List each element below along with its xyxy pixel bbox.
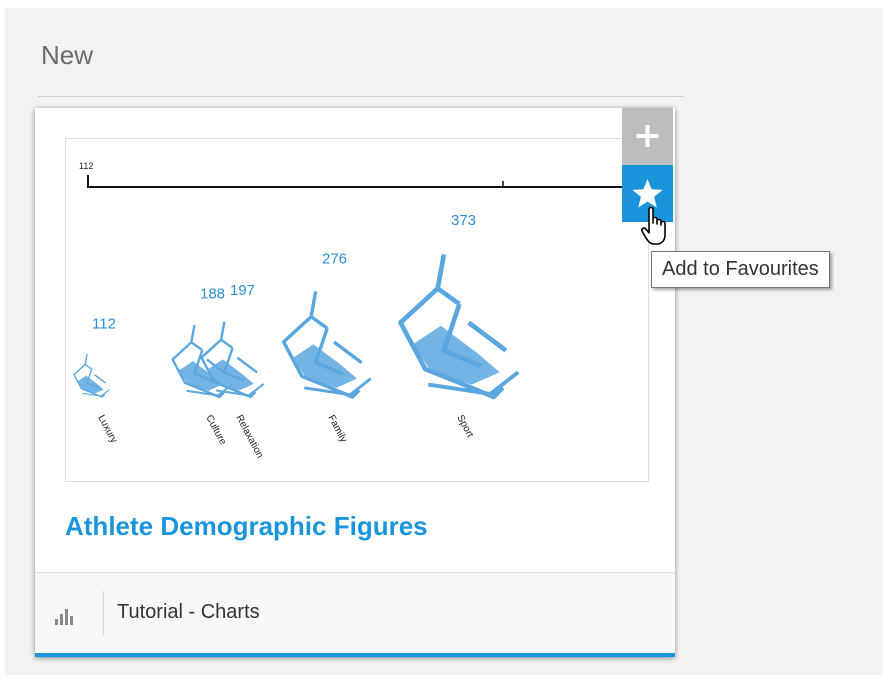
footer-category-label[interactable]: Tutorial - Charts <box>117 601 260 624</box>
chart-value-label: 197 <box>230 282 255 299</box>
chart-category-label: Luxury <box>95 413 119 445</box>
card-footer: Tutorial - Charts <box>35 572 675 654</box>
chart-category-label: Family <box>325 413 349 444</box>
report-title[interactable]: Athlete Demographic Figures <box>65 511 428 542</box>
chart-value-label: 276 <box>322 250 347 267</box>
hand-cursor-icon <box>641 206 666 245</box>
bar-chart-icon <box>55 609 73 625</box>
section-divider <box>38 96 684 97</box>
chart-thumbnail[interactable]: 112 112 Luxury 188 Culture 197 Relaxation 276 F… <box>65 138 649 482</box>
plus-icon <box>636 125 659 147</box>
chart-mark-chair <box>73 354 110 398</box>
chart-value-label: 188 <box>200 285 225 302</box>
axis-tick-label: 112 <box>79 161 93 171</box>
chart-svg: 112 112 Luxury 188 Culture 197 Relaxation 276 F… <box>73 161 648 460</box>
footer-divider <box>103 591 104 635</box>
add-button[interactable] <box>622 108 673 165</box>
chart-mark-chair <box>281 291 372 399</box>
chart-category-label: Sport <box>454 413 475 439</box>
chart-category-label: Relaxation <box>233 413 265 460</box>
chart-value-label: 373 <box>451 212 476 229</box>
card-accent-bar <box>35 653 675 657</box>
report-card[interactable]: 112 112 Luxury 188 Culture 197 Relaxation 276 F… <box>35 108 675 657</box>
chart-category-label: Culture <box>203 413 228 447</box>
chart-mark-chair <box>398 253 520 400</box>
favourites-tooltip: Add to Favourites <box>651 251 830 288</box>
section-title: New <box>41 40 94 70</box>
chart-value-label: 112 <box>92 316 116 333</box>
